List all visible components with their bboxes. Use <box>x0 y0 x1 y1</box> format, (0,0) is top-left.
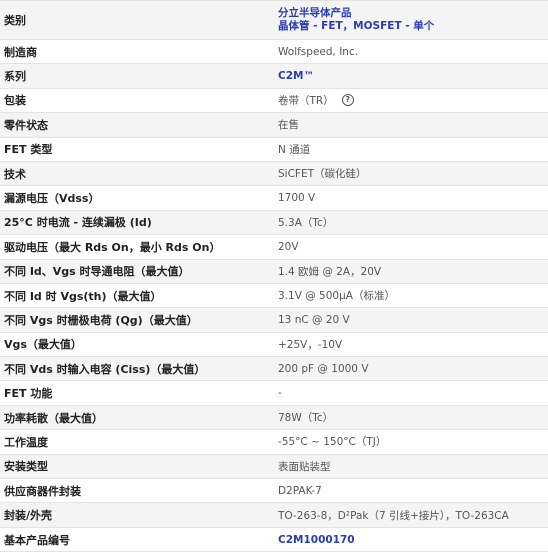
label-fet-type: FET 类型 <box>4 143 53 157</box>
label-supplier-package: 供应商器件封装 <box>4 484 81 498</box>
row-power-dissipation: 功率耗散（最大值） 78W（Tc） <box>0 405 548 431</box>
value-operating-temp: -55°C ~ 150°C（TJ） <box>278 436 387 449</box>
value-gate-charge: 13 nC @ 20 V <box>278 313 350 326</box>
row-manufacturer: 制造商 Wolfspeed, Inc. <box>0 40 548 65</box>
row-technology: 技术 SiCFET（碳化硅） <box>0 161 548 187</box>
label-operating-temp: 工作温度 <box>4 435 48 449</box>
value-base-part-number: C2M1000170 <box>276 528 548 551</box>
label-drive-voltage: 驱动电压（最大 Rds On，最小 Rds On） <box>4 240 221 254</box>
base-part-number-link[interactable]: C2M1000170 <box>278 534 355 546</box>
row-drain-current: 25°C 时电流 - 连续漏极 (Id) 5.3A（Tc） <box>0 210 548 236</box>
label-vdss: 漏源电压（Vdss） <box>4 192 100 206</box>
label-category: 类别 <box>4 14 26 27</box>
product-attributes-table: 类别 分立半导体产品 晶体管 - FET，MOSFET - 单个 制造商 Wol… <box>0 0 548 553</box>
value-part-status: 在售 <box>278 119 299 132</box>
value-vgs-th: 3.1V @ 500µA（标准） <box>278 290 395 303</box>
row-input-capacitance: 不同 Vds 时输入电容 (Ciss)（最大值） 200 pF @ 1000 V <box>0 357 548 382</box>
category-link-discrete[interactable]: 分立半导体产品 <box>278 7 352 20</box>
label-base-part-number: 基本产品编号 <box>4 533 70 547</box>
packaging-text: 卷带（TR） <box>278 94 334 107</box>
row-supplier-package: 供应商器件封装 D2PAK-7 <box>0 479 548 504</box>
label-vgs-max: Vgs（最大值） <box>4 338 82 352</box>
value-input-capacitance: 200 pF @ 1000 V <box>278 362 369 375</box>
label-gate-charge: 不同 Vgs 时栅极电荷 (Qg)（最大值） <box>4 313 198 327</box>
row-packaging: 包装 卷带（TR） ? <box>0 88 548 114</box>
label-technology: 技术 <box>4 167 26 181</box>
value-mounting-type: 表面贴装型 <box>278 460 331 473</box>
value-package-case: TO-263-8，D²Pak（7 引线+接片），TO-263CA <box>278 509 509 522</box>
value-vdss: 1700 V <box>278 192 316 205</box>
label-fet-feature: FET 功能 <box>4 387 53 401</box>
label-package-case: 封装/外壳 <box>4 509 53 523</box>
value-drive-voltage: 20V <box>278 240 299 253</box>
row-rds-on: 不同 Id、Vgs 时导通电阻（最大值） 1.4 欧姆 @ 2A，20V <box>0 259 548 284</box>
value-fet-feature: - <box>278 387 282 400</box>
value-category: 分立半导体产品 晶体管 - FET，MOSFET - 单个 <box>276 1 548 39</box>
row-category: 类别 分立半导体产品 晶体管 - FET，MOSFET - 单个 <box>0 1 548 40</box>
value-manufacturer: Wolfspeed, Inc. <box>278 45 359 58</box>
row-drive-voltage: 驱动电压（最大 Rds On，最小 Rds On） 20V <box>0 235 548 260</box>
label-drain-current: 25°C 时电流 - 连续漏极 (Id) <box>4 216 152 230</box>
row-fet-feature: FET 功能 - <box>0 381 548 406</box>
row-series: 系列 C2M™ <box>0 64 548 89</box>
row-gate-charge: 不同 Vgs 时栅极电荷 (Qg)（最大值） 13 nC @ 20 V <box>0 308 548 333</box>
row-mounting-type: 安装类型 表面贴装型 <box>0 454 548 480</box>
row-vgs-max: Vgs（最大值） +25V，-10V <box>0 332 548 358</box>
series-link[interactable]: C2M™ <box>278 70 314 82</box>
row-operating-temp: 工作温度 -55°C ~ 150°C（TJ） <box>0 430 548 455</box>
label-mounting-type: 安装类型 <box>4 460 48 474</box>
label-vgs-th: 不同 Id 时 Vgs(th)（最大值） <box>4 289 162 303</box>
value-supplier-package: D2PAK-7 <box>278 484 322 497</box>
value-series: C2M™ <box>276 64 548 87</box>
value-rds-on: 1.4 欧姆 @ 2A，20V <box>278 265 382 278</box>
label-power-dissipation: 功率耗散（最大值） <box>4 411 103 425</box>
value-fet-type: N 通道 <box>278 143 311 156</box>
row-vdss: 漏源电压（Vdss） 1700 V <box>0 186 548 211</box>
row-base-part-number: 基本产品编号 C2M1000170 <box>0 527 548 553</box>
row-vgs-th: 不同 Id 时 Vgs(th)（最大值） 3.1V @ 500µA（标准） <box>0 283 548 309</box>
help-circle-icon[interactable]: ? <box>341 94 354 107</box>
value-vgs-max: +25V，-10V <box>278 338 343 351</box>
label-rds-on: 不同 Id、Vgs 时导通电阻（最大值） <box>4 265 190 279</box>
label-input-capacitance: 不同 Vds 时输入电容 (Ciss)（最大值） <box>4 362 206 376</box>
value-drain-current: 5.3A（Tc） <box>278 216 334 229</box>
row-package-case: 封装/外壳 TO-263-8，D²Pak（7 引线+接片），TO-263CA <box>0 503 548 528</box>
label-manufacturer: 制造商 <box>4 45 37 59</box>
value-technology: SiCFET（碳化硅） <box>278 168 367 181</box>
label-packaging: 包装 <box>4 94 26 108</box>
category-link-mosfet[interactable]: 晶体管 - FET，MOSFET - 单个 <box>278 20 434 33</box>
value-packaging: 卷带（TR） ? <box>276 89 548 112</box>
label-series: 系列 <box>4 70 26 84</box>
label-part-status: 零件状态 <box>4 118 48 132</box>
row-fet-type: FET 类型 N 通道 <box>0 137 548 162</box>
value-power-dissipation: 78W（Tc） <box>278 412 334 425</box>
row-part-status: 零件状态 在售 <box>0 113 548 138</box>
